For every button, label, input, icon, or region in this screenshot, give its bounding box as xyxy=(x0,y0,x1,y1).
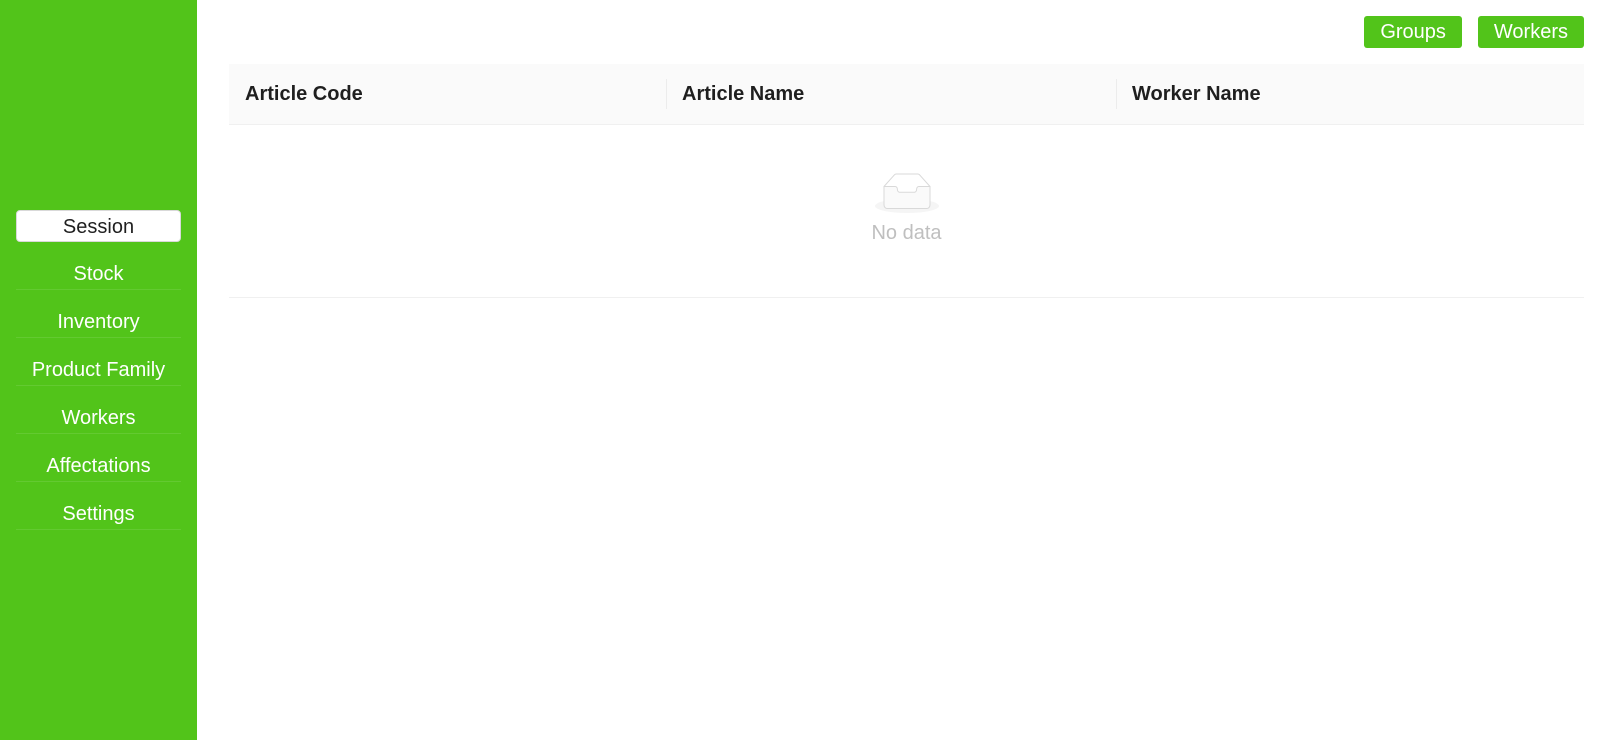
groups-button[interactable]: Groups xyxy=(1364,16,1462,48)
sidebar-item-workers[interactable]: Workers xyxy=(16,402,181,434)
table-body: No data xyxy=(229,125,1584,298)
app-root: Session Stock Inventory Product Family W… xyxy=(0,0,1600,740)
empty-state: No data xyxy=(229,173,1584,245)
table-header: Article Code Article Name Worker Name xyxy=(229,64,1584,125)
top-actions: Groups Workers xyxy=(1364,16,1584,48)
inbox-icon xyxy=(874,173,939,214)
sidebar-nav: Session Stock Inventory Product Family W… xyxy=(16,210,181,546)
sidebar-item-product-family[interactable]: Product Family xyxy=(16,354,181,386)
main-content: Groups Workers Article Code Article Name… xyxy=(197,0,1600,740)
sidebar-item-inventory[interactable]: Inventory xyxy=(16,306,181,338)
empty-text: No data xyxy=(871,222,942,244)
workers-button[interactable]: Workers xyxy=(1477,16,1584,48)
sidebar-item-affectations[interactable]: Affectations xyxy=(16,450,181,482)
sidebar-item-settings[interactable]: Settings xyxy=(16,498,181,530)
column-header-article-code: Article Code xyxy=(245,83,363,105)
data-table: Article Code Article Name Worker Name No… xyxy=(229,64,1584,298)
sidebar: Session Stock Inventory Product Family W… xyxy=(0,0,197,740)
column-header-article-name: Article Name xyxy=(666,64,1116,124)
sidebar-item-stock[interactable]: Stock xyxy=(16,258,181,290)
sidebar-item-session[interactable]: Session xyxy=(16,210,181,242)
column-header-worker-name: Worker Name xyxy=(1116,64,1584,124)
